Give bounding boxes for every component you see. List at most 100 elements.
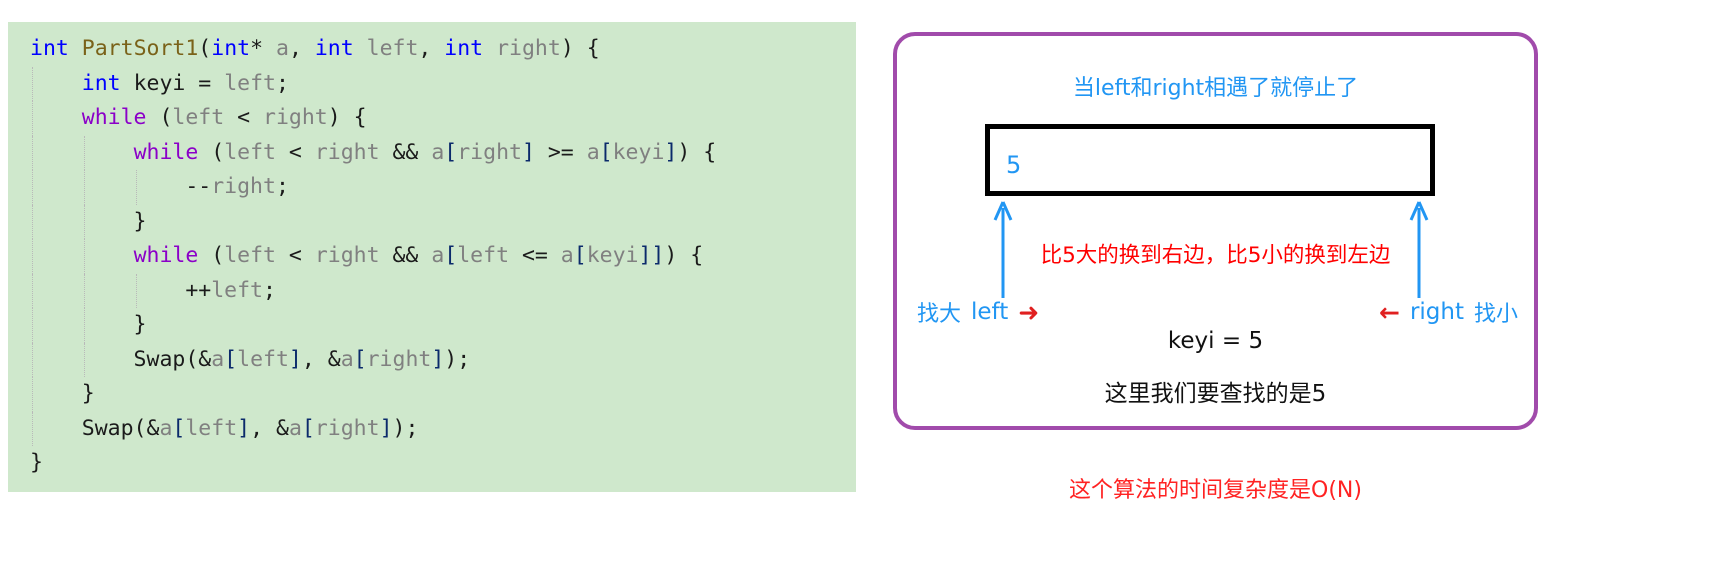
code-token: left [366,36,419,61]
code-token: right [263,105,328,130]
code-token: , [418,36,445,61]
code-token: keyi [612,139,665,165]
code-token: && [379,139,432,165]
right-pointer-marker: ← right 找小 [1379,296,1518,328]
indent-guide [136,170,138,205]
code-token: right [314,243,380,268]
indent-guide [32,66,34,101]
code-token: left [224,139,276,165]
code-token: int [211,36,251,61]
code-token: a [560,243,574,268]
code-token: ] [379,415,393,441]
code-token: a [431,139,445,165]
code-token: int [314,36,354,61]
code-token: right [211,174,276,199]
code-token: [ [444,243,458,268]
code-token: ] [521,139,535,165]
code-token: while [133,243,199,268]
code-token: ] [237,415,251,441]
code-block-panel: int PartSort1(int* a, int left, int righ… [8,22,856,492]
code-token: ] [431,346,445,372]
code-token: ) { [327,105,367,130]
code-token: ); [444,346,471,372]
right-pointer-label: right [1409,299,1464,325]
code-token: a [340,346,354,372]
code-token: < [275,139,315,165]
code-token: int [30,36,69,61]
code-token: ++ [30,277,212,303]
code-token: left [237,346,289,372]
code-line: } [30,446,856,481]
code-token: a [159,415,173,441]
code-line: while (left < right && a[right] >= a[key… [30,135,856,170]
code-token: left [224,243,276,268]
indent-guide [32,377,34,412]
code-token: left [211,277,263,303]
code-token: right [457,139,522,165]
array-first-value: 5 [1006,151,1022,179]
code-token: a [275,36,289,61]
code-token: int [81,70,121,96]
code-token: a [431,243,445,268]
code-token: >= [534,139,587,165]
code-token: } [30,312,147,337]
code-token: right [314,139,380,165]
diagram-title: 当left和right相遇了就停止了 [1072,76,1359,101]
code-token: right [314,415,380,441]
code-token: keyi [586,243,639,268]
code-token: ) { [664,243,704,268]
code-token: < [224,105,264,130]
code-token: * [250,36,276,61]
code-token: , & [250,415,289,441]
code-token: ( [198,243,225,268]
code-token: } [30,450,43,475]
code-token: Swap(& [30,346,212,372]
swap-rule-note: 比5大的换到右边，比5小的换到左边 [1040,243,1391,268]
code-line: int PartSort1(int* a, int left, int righ… [30,32,856,67]
code-token: ] [288,346,302,372]
code-line: int keyi = left; [30,66,856,101]
code-token: [ [599,139,613,165]
code-line: Swap(&a[left], &a[right]); [30,342,856,377]
indent-guide [84,273,86,308]
code-token: -- [30,174,212,199]
indent-guide [32,101,34,136]
code-token: a [288,415,302,441]
code-token: < [275,243,315,268]
diagram-panel: 当left和right相遇了就停止了 5 比5大的换到右边，比5小的换到左边 找… [893,32,1538,430]
code-token: [ [353,346,367,372]
code-token: left [172,105,225,130]
code-token: ] [664,139,678,165]
indent-guide [32,342,34,377]
indent-guide [32,135,34,170]
code-token: ) { [560,36,600,61]
code-token: left [185,415,238,441]
keyi-value-label: keyi = 5 [1167,328,1264,354]
code-line: ++left; [30,273,856,308]
code-line: } [30,204,856,239]
code-line: } [30,377,856,412]
code-token: a [586,139,600,165]
code-line: while (left < right) { [30,101,856,136]
code-token: while [133,139,199,165]
indent-guide [84,308,86,343]
code-lines[interactable]: int PartSort1(int* a, int left, int righ… [30,32,856,481]
code-token: ; [275,70,289,96]
code-token: && [379,243,432,268]
right-arrow-icon: ➜ [1018,297,1040,327]
code-token: ; [263,277,276,303]
code-token: } [30,381,95,406]
code-token: ( [198,36,212,61]
left-pointer-marker: 找大 left ➜ [917,296,1039,328]
code-token: [ [301,415,315,441]
code-token: [ [573,243,587,268]
code-token: Swap(& [30,415,160,441]
code-token: left [457,243,510,268]
code-token: <= [509,243,561,268]
left-pointer-label: left [971,299,1009,325]
